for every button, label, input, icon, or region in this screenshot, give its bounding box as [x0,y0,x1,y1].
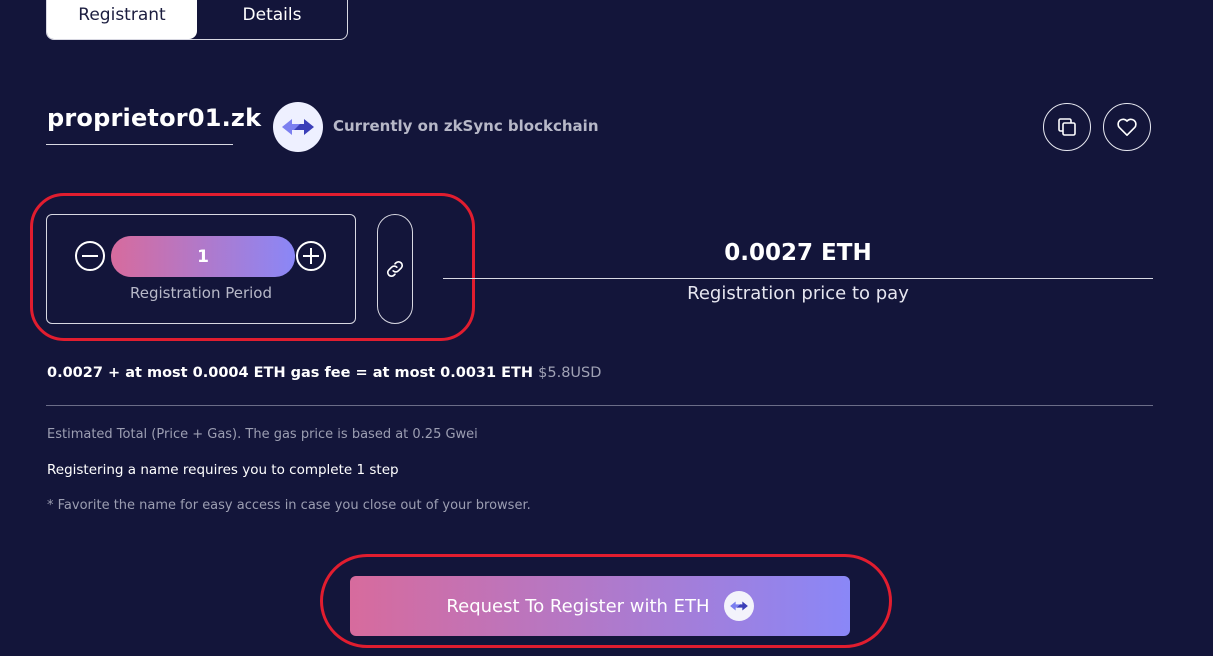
copy-button[interactable] [1043,103,1091,151]
tab-registrant-label: Registrant [78,5,166,25]
favorite-button[interactable] [1103,103,1151,151]
period-highlight-ring [30,193,475,341]
fee-summary-text: 0.0027 + at most 0.0004 ETH gas fee = at… [47,365,534,381]
fee-usd: $5.8USD [538,365,602,381]
tab-details-label: Details [242,5,302,25]
price-divider [443,278,1153,279]
heart-icon [1117,118,1137,136]
tab-bar: Registrant Details [46,0,348,40]
favorite-note: * Favorite the name for easy access in c… [47,498,531,513]
fee-summary: 0.0027 + at most 0.0004 ETH gas fee = at… [47,365,601,381]
chain-status-text: Currently on zkSync blockchain [333,117,599,135]
register-highlight-ring [320,554,892,648]
steps-note: Registering a name requires you to compl… [47,462,399,478]
tab-details[interactable]: Details [197,0,347,39]
tab-registrant[interactable]: Registrant [47,0,197,39]
copy-icon [1058,118,1076,136]
price-amount: 0.0027 ETH [724,240,872,266]
price-label: Registration price to pay [687,283,909,304]
domain-underline [46,144,233,145]
estimate-note: Estimated Total (Price + Gas). The gas p… [47,427,478,442]
section-divider [46,405,1153,406]
zksync-arrows-icon [273,102,323,152]
domain-name: proprietor01.zk [47,104,262,132]
